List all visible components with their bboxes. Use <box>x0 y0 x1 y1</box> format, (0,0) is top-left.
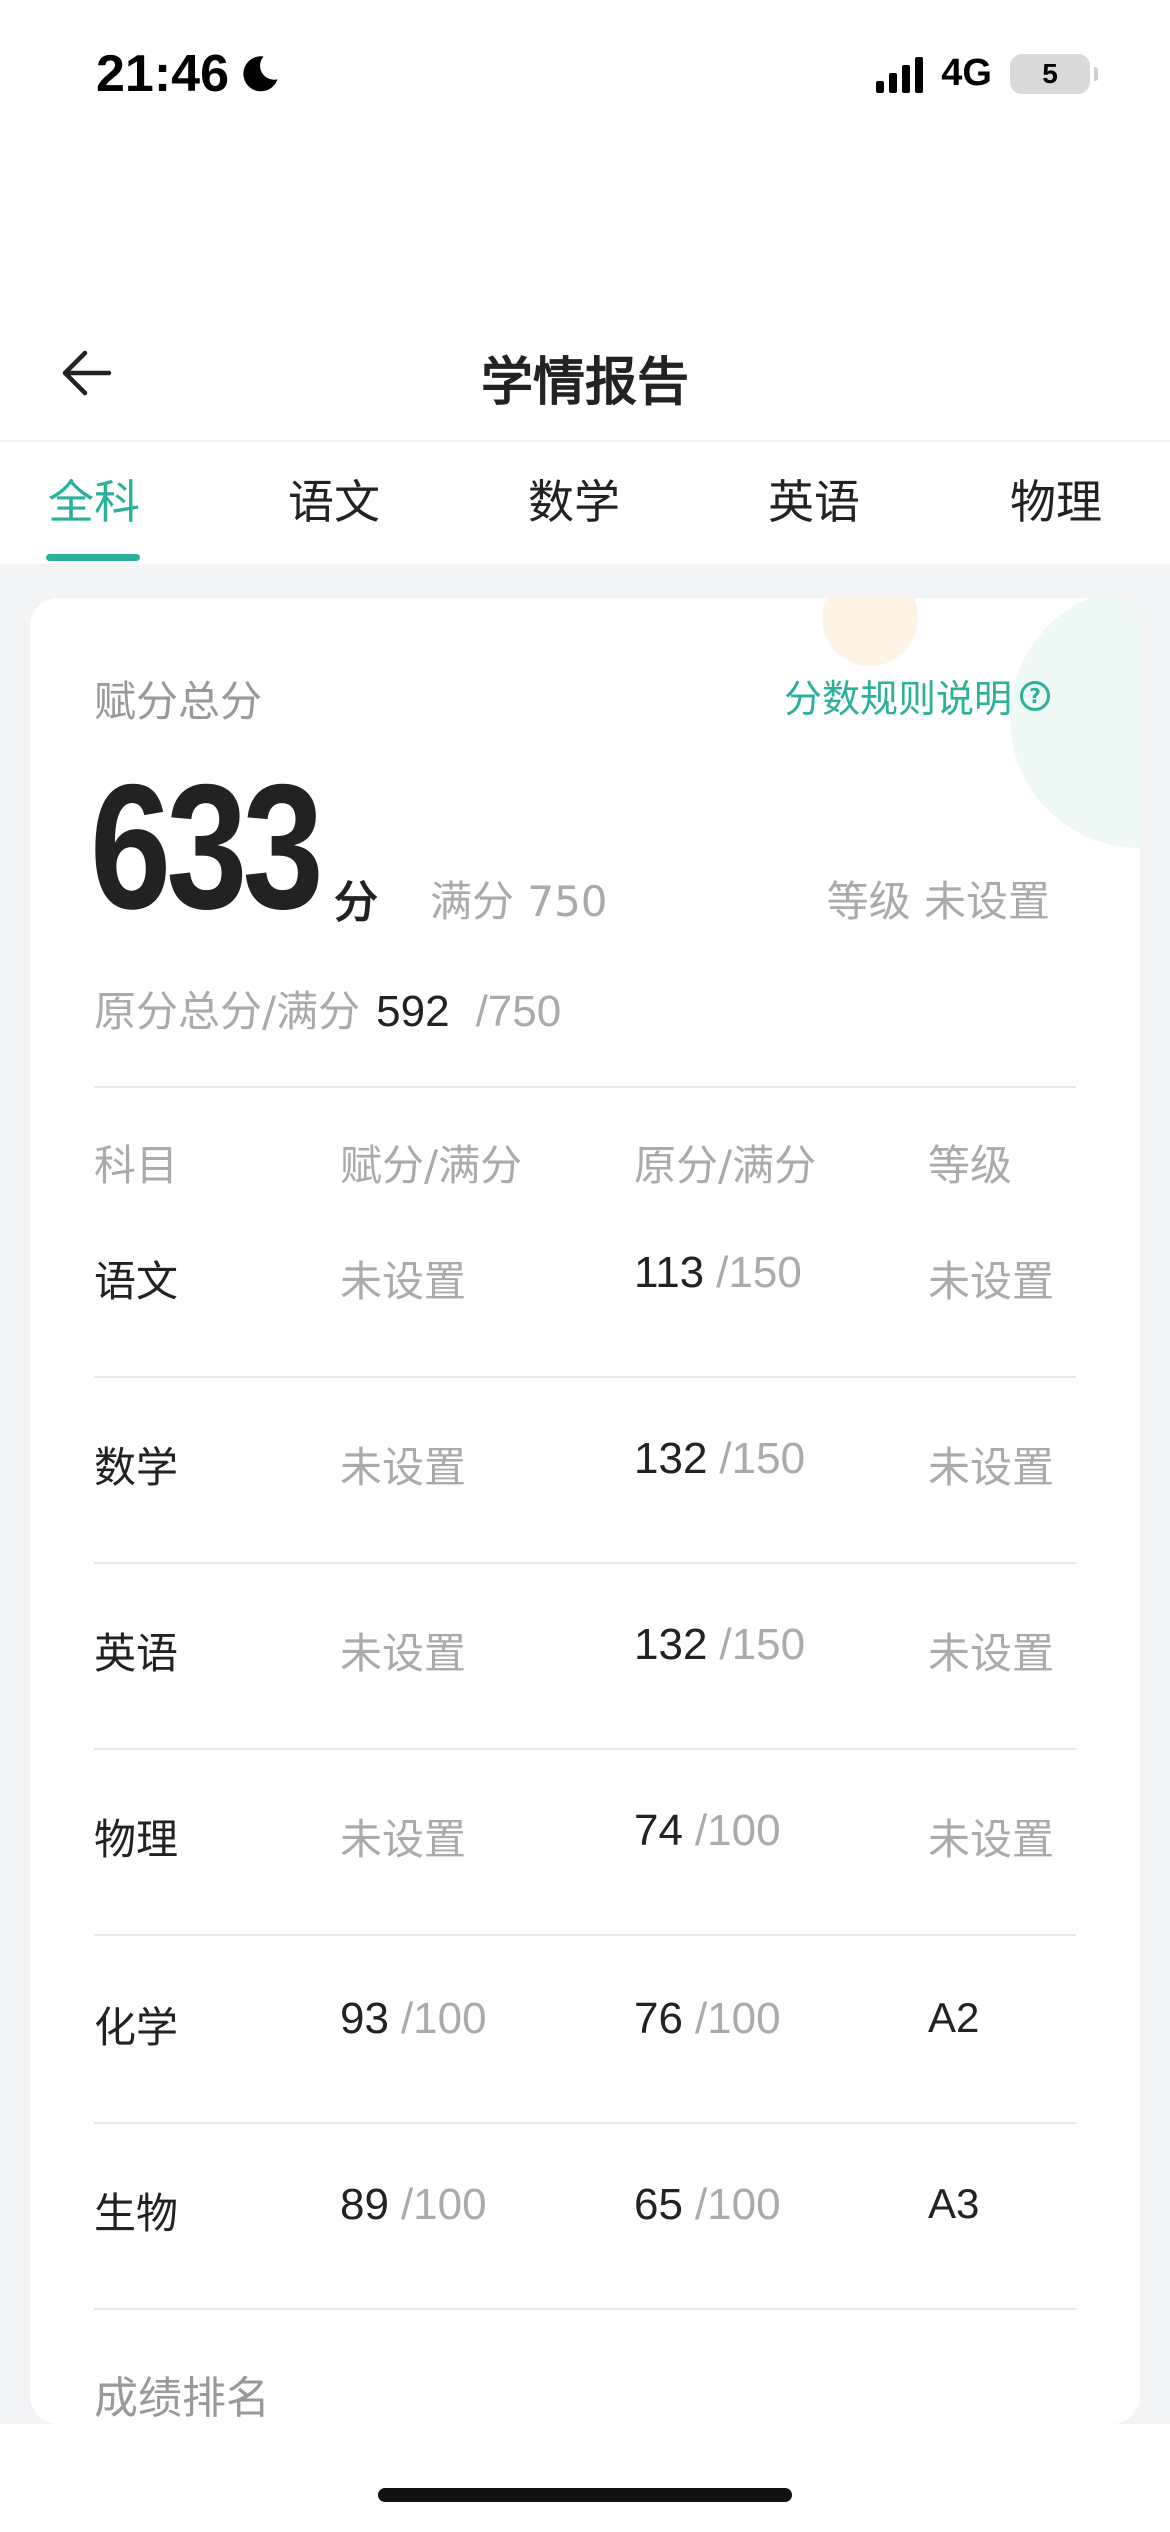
raw-total: 原分总分/满分 592 /750 <box>94 978 561 1039</box>
score-rules-label: 分数规则说明 <box>783 677 1012 721</box>
network-label: 4G <box>941 52 992 94</box>
divider <box>94 2122 1076 2124</box>
divider <box>94 2308 1076 2310</box>
header-grade: 等级 <box>928 1141 1013 1190</box>
score-unit: 分 <box>334 877 378 928</box>
total-score-label: 赋分总分 <box>94 677 263 726</box>
divider <box>94 1562 1076 1564</box>
grade: 未设置 <box>928 1257 1055 1306</box>
grade: 未设置 <box>928 1815 1055 1864</box>
table-row: 数学 未设置 132/150 未设置 <box>30 1434 1140 1620</box>
grade: A3 <box>928 2180 980 2227</box>
raw-total-full: /750 <box>475 987 562 1036</box>
raw-total-score: 592 <box>376 987 450 1036</box>
divider <box>94 1376 1076 1378</box>
ranking-label: 成绩排名 <box>94 2373 270 2424</box>
help-icon: ? <box>1020 680 1050 711</box>
header-assigned: 赋分/满分 <box>340 1141 523 1190</box>
table-row: 化学 93/100 76/100 A2 <box>30 1994 1140 2180</box>
assigned-score: 93/100 <box>340 1994 487 2043</box>
tab-english[interactable]: 英语 <box>714 466 914 532</box>
subject-tabs: 全科 语文 数学 英语 物理 <box>0 444 1170 564</box>
raw-score: 132/150 <box>634 1620 806 1669</box>
header-subject: 科目 <box>94 1141 179 1190</box>
subject-name: 物理 <box>94 1815 179 1864</box>
assigned-score: 89/100 <box>340 2180 487 2229</box>
page-title: 学情报告 <box>480 353 689 413</box>
raw-score: 65/100 <box>634 2180 781 2229</box>
raw-score: 74/100 <box>634 1806 781 1855</box>
table-row: 英语 未设置 132/150 未设置 <box>30 1620 1140 1806</box>
battery-level: 5 <box>1042 57 1058 89</box>
total-score-value: 633 <box>90 747 324 946</box>
divider <box>94 1934 1076 1936</box>
table-row: 语文 未设置 113/150 未设置 <box>30 1248 1140 1434</box>
assigned-score: 未设置 <box>340 1257 467 1306</box>
tab-math[interactable]: 数学 <box>474 466 674 532</box>
table-row: 生物 89/100 65/100 A3 <box>30 2180 1140 2366</box>
bottom-safe-area <box>0 2424 1170 2532</box>
tab-active-indicator <box>46 554 140 561</box>
status-indicators: 4G 5 <box>876 52 1098 95</box>
grade: 未设置 <box>928 1629 1055 1678</box>
signal-icon <box>876 55 924 93</box>
score-card: 赋分总分 分数规则说明 ? 633 分 满分 750 等级 未设置 原分总分/满… <box>30 598 1140 2424</box>
divider <box>94 1086 1076 1088</box>
home-indicator[interactable] <box>378 2488 792 2502</box>
score-rules-link[interactable]: 分数规则说明 ? <box>784 668 1050 723</box>
subject-name: 语文 <box>94 1257 179 1306</box>
assigned-score: 未设置 <box>340 1629 467 1678</box>
assigned-score: 未设置 <box>340 1815 467 1864</box>
time-label: 21:46 <box>96 45 229 103</box>
full-score: 满分 750 <box>430 877 608 926</box>
subject-name: 生物 <box>94 2189 179 2238</box>
battery-icon: 5 <box>1010 53 1098 94</box>
subject-name: 数学 <box>94 1443 179 1492</box>
table-row: 物理 未设置 74/100 未设置 <box>30 1806 1140 1992</box>
header: 学情报告 <box>0 300 1170 442</box>
status-time: 21:46 <box>96 44 281 104</box>
tab-all[interactable]: 全科 <box>0 466 194 532</box>
raw-total-label: 原分总分/满分 <box>94 987 361 1036</box>
assigned-score: 未设置 <box>340 1443 467 1492</box>
subject-name: 英语 <box>94 1629 179 1678</box>
total-grade: 等级 未设置 <box>826 877 1050 926</box>
grade: 未设置 <box>928 1443 1055 1492</box>
moon-icon <box>243 56 278 92</box>
divider <box>94 1748 1076 1750</box>
grade: A2 <box>928 1994 980 2041</box>
subject-name: 化学 <box>94 2003 179 2052</box>
raw-score: 76/100 <box>634 1994 781 2043</box>
tab-physics[interactable]: 物理 <box>956 466 1156 532</box>
raw-score: 132/150 <box>634 1434 806 1483</box>
header-raw: 原分/满分 <box>634 1141 817 1190</box>
status-bar: 21:46 4G 5 <box>0 0 1170 150</box>
tab-chinese[interactable]: 语文 <box>234 466 434 532</box>
raw-score: 113/150 <box>634 1248 802 1297</box>
